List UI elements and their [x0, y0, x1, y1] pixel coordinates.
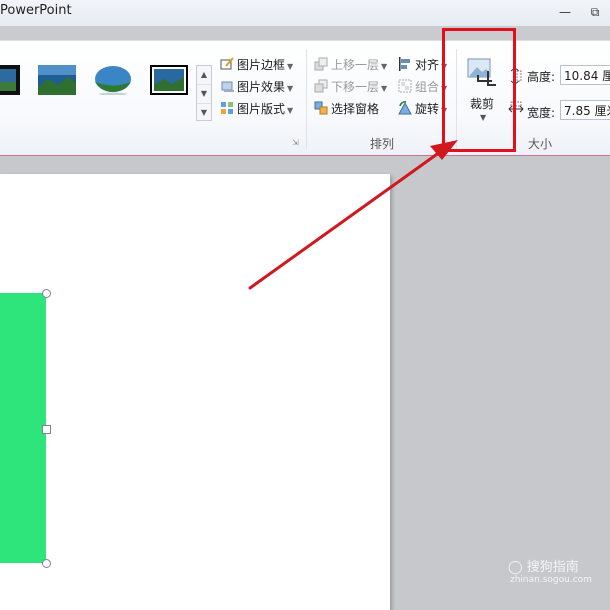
size-group-label: 大小	[528, 137, 553, 151]
watermark: ◯ 搜狗指南 zhinan.sogou.com	[508, 556, 592, 585]
resize-handle[interactable]	[42, 559, 51, 568]
bring-forward-button[interactable]: 上移一层 ▼	[314, 56, 387, 74]
height-input[interactable]: 10.84 厘米	[560, 65, 610, 85]
selection-pane-icon	[314, 101, 328, 115]
chevron-down-icon: ▼	[381, 84, 388, 93]
selection-pane-button[interactable]: 选择窗格	[314, 100, 379, 118]
group-button[interactable]: 组合 ▼	[398, 78, 447, 96]
picture-layout-icon	[221, 102, 233, 114]
selection-pane-label: 选择窗格	[331, 102, 380, 116]
picture-effects-label: 图片效果	[237, 80, 286, 94]
rotate-button[interactable]: 旋转 ▼	[398, 100, 447, 118]
crop-highlight-box	[442, 28, 516, 152]
picture-layout-label: 图片版式	[237, 102, 286, 116]
send-backward-icon	[314, 79, 328, 93]
picture-border-button[interactable]: 图片边框 ▼	[220, 56, 293, 74]
send-backward-label: 下移一层	[331, 80, 380, 94]
window-title: PowerPoint	[0, 3, 72, 18]
width-label: 宽度:	[527, 106, 556, 120]
minimize-icon[interactable]: —	[556, 4, 574, 20]
group-separator	[306, 49, 307, 149]
chevron-down-icon: ▼	[287, 84, 294, 93]
gallery-scroll-up-icon[interactable]: ▲	[197, 66, 211, 85]
watermark-url: zhinan.sogou.com	[510, 575, 592, 585]
chevron-down-icon: ▼	[287, 106, 294, 115]
group-label: 组合	[415, 80, 440, 94]
watermark-text: 搜狗指南	[526, 560, 579, 575]
title-bar: PowerPoint — ⧉	[0, 0, 610, 26]
bring-forward-icon	[314, 57, 328, 71]
picture-border-icon	[220, 57, 234, 70]
bring-forward-label: 上移一层	[331, 58, 380, 72]
gallery-scrollbar[interactable]: ▲ ▼ ▼	[196, 65, 212, 121]
group-icon	[398, 79, 412, 93]
slide[interactable]	[0, 174, 390, 610]
selected-picture[interactable]	[0, 293, 46, 563]
chevron-down-icon: ▼	[287, 62, 294, 71]
picture-border-label: 图片边框	[237, 58, 286, 72]
slide-canvas	[0, 156, 610, 610]
watermark-logo-icon: ◯	[508, 560, 523, 575]
picture-effects-icon	[221, 81, 234, 92]
align-label: 对齐	[415, 58, 440, 72]
gallery-more-icon[interactable]: ▼	[197, 104, 211, 122]
chevron-down-icon: ▼	[381, 62, 388, 71]
restore-icon[interactable]: ⧉	[586, 4, 604, 20]
rotate-icon	[398, 101, 412, 115]
send-backward-button[interactable]: 下移一层 ▼	[314, 78, 387, 96]
picture-style-landscape-oval[interactable]	[94, 65, 132, 95]
gallery-scroll-down-icon[interactable]: ▼	[197, 85, 211, 104]
picture-style-landscape-thick-frame[interactable]	[150, 65, 188, 95]
align-icon	[399, 57, 410, 71]
picture-style-landscape-plain[interactable]	[38, 65, 76, 95]
resize-handle[interactable]	[42, 289, 51, 298]
width-input[interactable]: 7.85 厘米	[560, 100, 610, 120]
ribbon: ▲ ▼ ▼ 图片边框 ▼ 图片效果 ▼ 图片版式 ▼ ⇲ 上移一层 ▼ 下移一层 ▼ 选择…	[0, 40, 610, 157]
dialog-launcher-icon[interactable]: ⇲	[292, 138, 299, 147]
picture-style-frame-black[interactable]	[0, 65, 20, 95]
picture-styles-gallery: ▲ ▼ ▼	[0, 47, 212, 121]
resize-handle[interactable]	[42, 425, 51, 434]
align-button[interactable]: 对齐 ▼	[398, 56, 447, 74]
arrange-group-label: 排列	[370, 137, 395, 151]
height-label: 高度:	[527, 70, 556, 84]
picture-effects-button[interactable]: 图片效果 ▼	[220, 78, 293, 96]
picture-layout-button[interactable]: 图片版式 ▼	[220, 100, 293, 118]
rotate-label: 旋转	[415, 102, 440, 116]
